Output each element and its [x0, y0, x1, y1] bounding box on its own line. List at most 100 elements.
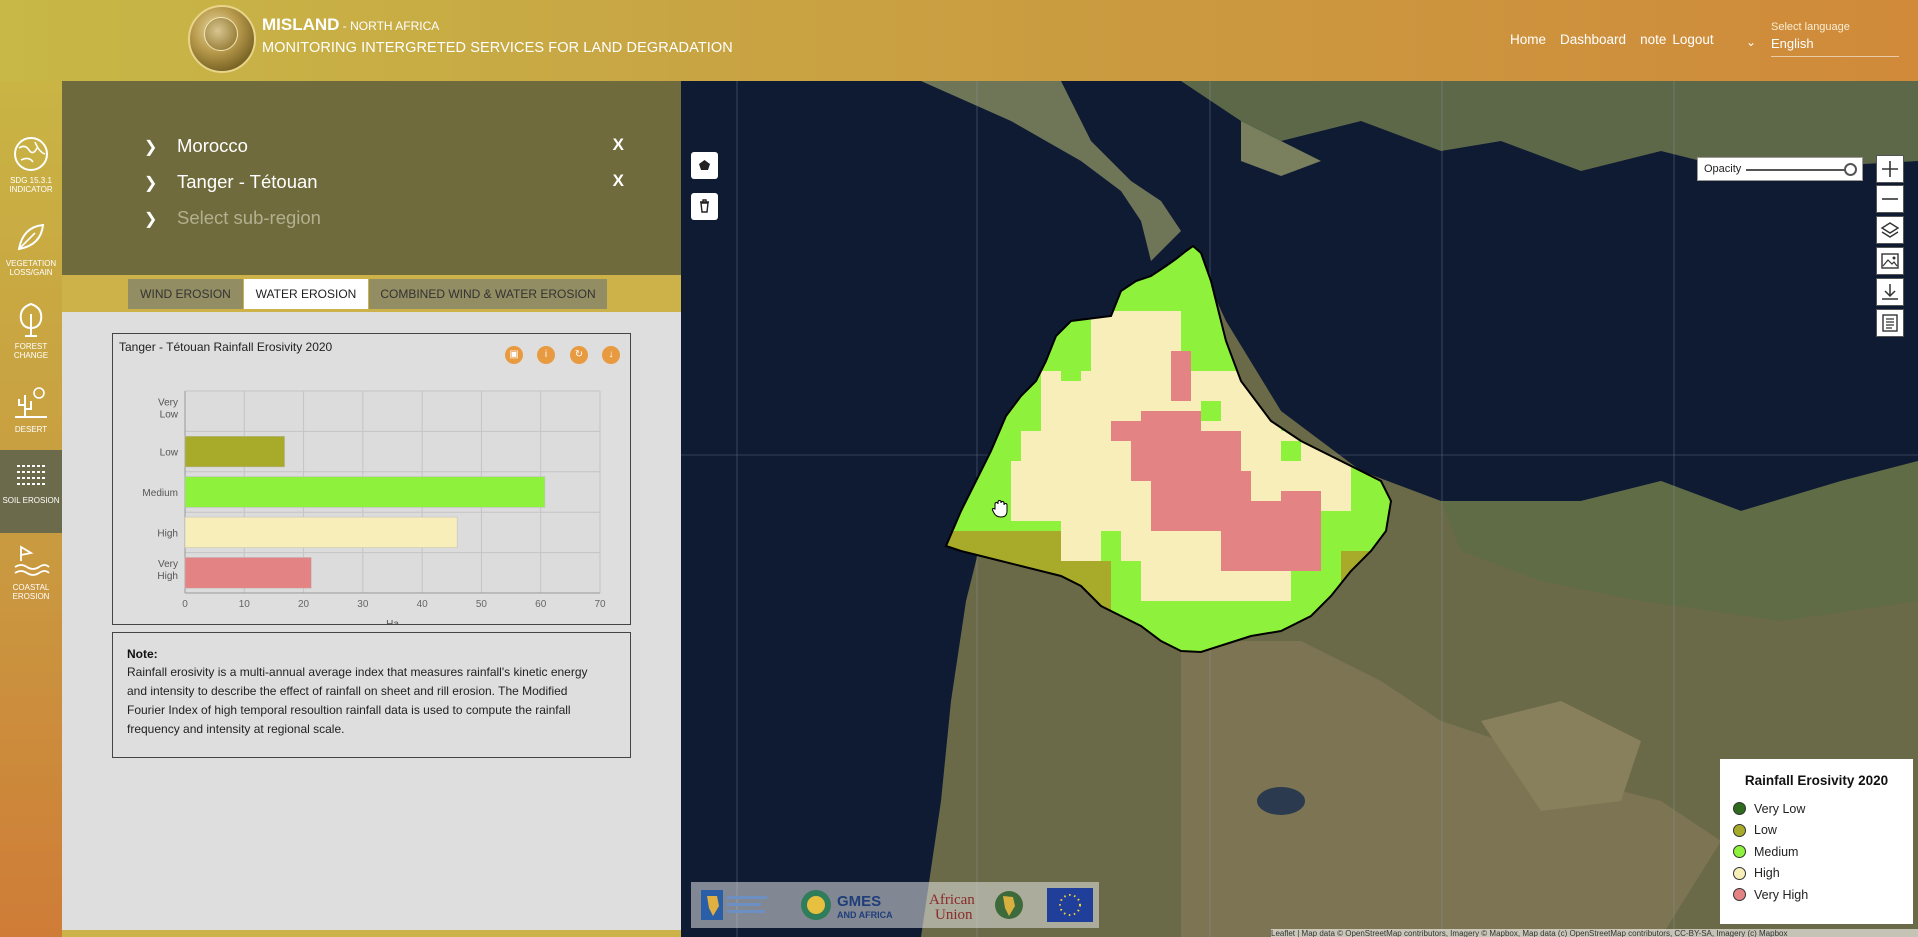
language-label: Select language [1771, 21, 1850, 33]
x-tick-label: 20 [298, 599, 310, 610]
svg-text:Union: Union [935, 907, 973, 922]
legend-item: Very High [1730, 884, 1903, 906]
legend-label: Medium [1754, 844, 1799, 859]
opacity-slider-thumb[interactable] [1844, 163, 1857, 176]
map-view[interactable]: Opacity Rainfall Erosivity 2020 Very Low… [681, 81, 1918, 937]
svg-text:AND AFRICA: AND AFRICA [837, 910, 893, 920]
soil-erosion-icon [17, 465, 45, 485]
layers-button[interactable] [1876, 216, 1904, 244]
clear-region-button[interactable]: X [613, 171, 624, 191]
opacity-label: Opacity [1704, 163, 1742, 175]
legend-swatch [1733, 866, 1746, 880]
theme-rail: SDG 15.3.1 INDICATOR VEGETATION LOSS/GAI… [0, 81, 62, 937]
zoom-in-button[interactable] [1876, 155, 1904, 183]
opacity-track[interactable] [1746, 169, 1854, 171]
rail-item-soil-erosion[interactable]: SOIL EROSION [0, 450, 62, 533]
gmes-africa-logo: GMESAND AFRICA [801, 890, 893, 920]
zoom-out-button[interactable] [1876, 185, 1904, 213]
africa-partner-logo [701, 890, 767, 920]
app-header: MISLAND - NORTH AFRICA MONITORING INTERG… [0, 0, 1918, 81]
rail-item-forest[interactable]: FOREST CHANGE [0, 300, 62, 380]
rail-label: SDG 15.3.1 INDICATOR [9, 176, 53, 194]
opacity-control: Opacity [1697, 157, 1863, 181]
country-value: Morocco [177, 135, 248, 156]
image-icon [1881, 253, 1899, 269]
rail-label: DESERT [14, 425, 48, 434]
note-line: Fourier Index of high temporal resoultio… [127, 703, 571, 717]
basemap-button[interactable] [1876, 247, 1904, 275]
globe-icon [14, 137, 48, 171]
region-selector: ❯ Morocco X ❯ Tanger - Tétouan X ❯ Selec… [62, 81, 681, 275]
subregion-select[interactable]: ❯ Select sub-region [144, 205, 624, 235]
y-tick-label: High [157, 571, 178, 582]
legend-swatch [1733, 823, 1746, 837]
x-axis-label: Ha [386, 619, 399, 624]
rail-item-vegetation[interactable]: VEGETATION LOSS/GAIN [0, 217, 62, 297]
minus-icon [1882, 198, 1898, 200]
legend-swatch [1733, 802, 1746, 816]
region-value: Tanger - Tétouan [177, 171, 318, 192]
plus-icon [1882, 161, 1898, 177]
language-value[interactable]: English [1771, 36, 1899, 57]
y-tick-label: Low [160, 410, 179, 421]
bar-chart: 0 10 20 30 40 50 60 70VeryLowLowMediumHighVeryH… [142, 390, 606, 624]
eu-flag-logo [1047, 888, 1093, 922]
coastal-icon [14, 545, 50, 576]
african-union-logo: AfricanUnion [929, 891, 1023, 922]
partner-logos: GMES AND AFRICA African Union [691, 882, 1099, 928]
x-tick-label: 70 [594, 599, 606, 610]
chevron-down-icon: ⌄ [1746, 35, 1757, 49]
document-icon [1882, 314, 1898, 332]
country-select[interactable]: ❯ Morocco X [144, 133, 624, 163]
legend-swatch [1733, 845, 1746, 859]
nav-home[interactable]: Home [1510, 32, 1546, 47]
layers-icon [1880, 222, 1900, 238]
tab-water-erosion[interactable]: WATER EROSION [244, 279, 368, 309]
legend-title: Rainfall Erosivity 2020 [1744, 773, 1889, 788]
legend-label: Very High [1754, 887, 1809, 902]
panel-bottom-bar [62, 930, 681, 937]
x-tick-label: 50 [476, 599, 488, 610]
svg-text:GMES: GMES [837, 893, 881, 910]
x-tick-label: 60 [535, 599, 547, 610]
y-tick-label: High [157, 528, 178, 539]
legend-swatch [1733, 888, 1746, 902]
svg-text:African: African [929, 892, 975, 908]
note-title: Note: [127, 647, 158, 661]
nav-logout[interactable]: Logout [1672, 32, 1713, 47]
delete-shape-button[interactable] [691, 193, 718, 220]
clear-country-button[interactable]: X [613, 135, 624, 155]
legend-label: Low [1754, 823, 1777, 838]
x-tick-label: 10 [239, 599, 251, 610]
nav-dashboard[interactable]: Dashboard [1560, 32, 1626, 47]
region-select[interactable]: ❯ Tanger - Tétouan X [144, 169, 624, 199]
y-tick-label: Low [160, 448, 179, 459]
brand-region: - NORTH AFRICA [339, 19, 440, 33]
x-tick-label: 0 [182, 599, 188, 610]
brand-subtitle: MONITORING INTERGRETED SERVICES FOR LAND… [262, 40, 733, 56]
nav-note[interactable]: note [1640, 32, 1666, 47]
rail-item-sdg[interactable]: SDG 15.3.1 INDICATOR [0, 134, 62, 214]
subregion-placeholder: Select sub-region [177, 207, 321, 228]
note-line: Rainfall erosivity is a multi-annual ave… [127, 665, 588, 679]
polygon-icon [699, 160, 710, 170]
legend-item: High [1730, 863, 1903, 885]
language-select[interactable]: ⌄ Select language English [1740, 21, 1900, 57]
legend-label: Very Low [1754, 801, 1806, 816]
rail-item-coastal[interactable]: COASTAL EROSION [0, 541, 62, 621]
misland-logo[interactable] [188, 5, 256, 73]
erosivity-chart: Tanger - Tétouan Rainfall Erosivity 2020… [112, 333, 631, 625]
rail-label: SOIL EROSION [2, 496, 60, 505]
y-tick-label: Very [158, 398, 178, 409]
legend-item: Medium [1730, 841, 1903, 863]
bar [184, 435, 285, 468]
tab-wind-erosion[interactable]: WIND EROSION [128, 279, 243, 309]
bar [184, 557, 312, 589]
draw-polygon-button[interactable] [691, 152, 718, 179]
report-button[interactable] [1876, 309, 1904, 337]
leaf-icon [17, 223, 45, 251]
note-line: and intensity to describe the effect of … [127, 684, 568, 698]
tab-combined-erosion[interactable]: COMBINED WIND & WATER EROSION [369, 279, 607, 309]
x-tick-label: 30 [357, 599, 369, 610]
download-map-button[interactable] [1876, 278, 1904, 306]
